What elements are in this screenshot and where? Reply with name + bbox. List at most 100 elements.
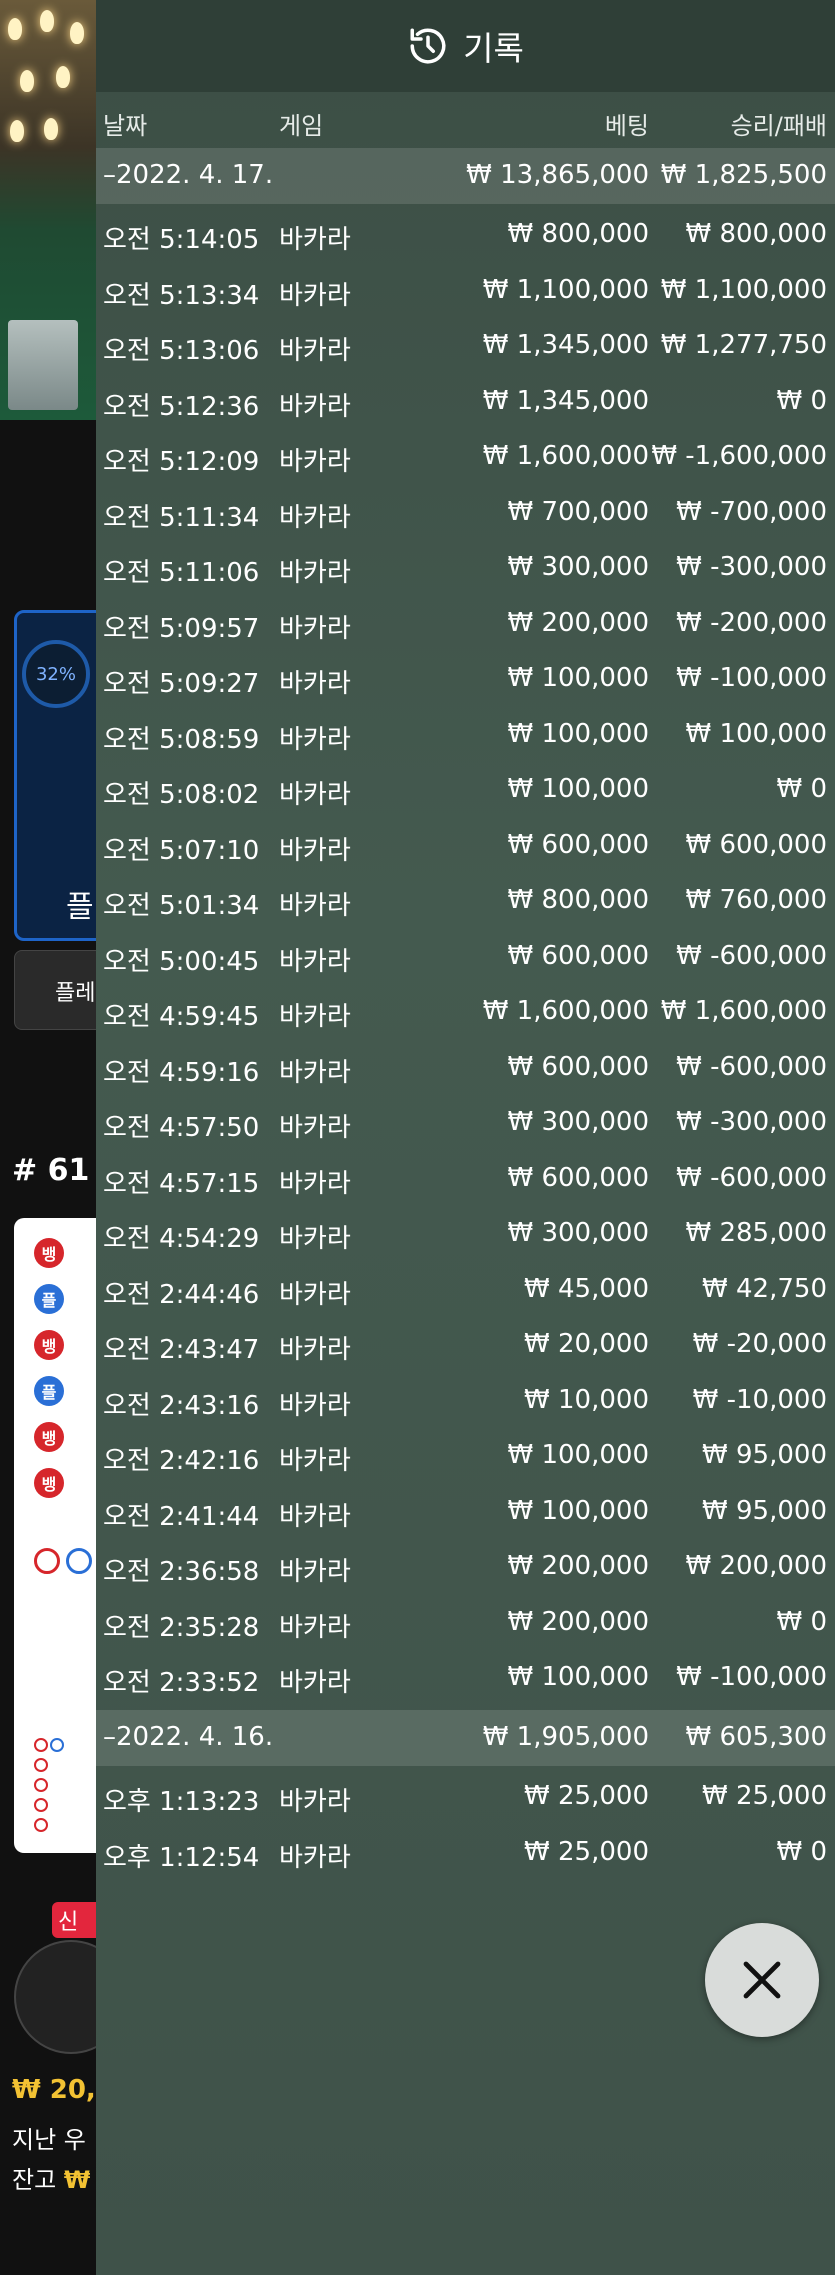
live-video-feed: [0, 0, 96, 420]
group-total-bet: ₩ 13,865,000: [466, 160, 649, 190]
history-row[interactable]: 오전 2:43:47 바카라 ₩ 20,000 ₩ -20,000: [96, 1317, 835, 1372]
row-game: 바카라: [279, 1280, 351, 1310]
history-row[interactable]: 오전 4:54:29 바카라 ₩ 300,000 ₩ 285,000: [96, 1206, 835, 1261]
date-group-header[interactable]: –2022. 4. 16. ₩ 1,905,000 ₩ 605,300: [96, 1710, 835, 1766]
date-group-header[interactable]: –2022. 4. 17. ₩ 13,865,000 ₩ 1,825,500: [96, 148, 835, 204]
history-row[interactable]: 오전 5:09:27 바카라 ₩ 100,000 ₩ -100,000: [96, 651, 835, 706]
row-bet: ₩ 700,000: [507, 497, 650, 527]
row-bet: ₩ 20,000: [524, 1329, 649, 1359]
history-row[interactable]: 오전 4:59:16 바카라 ₩ 600,000 ₩ -600,000: [96, 1040, 835, 1095]
history-row[interactable]: 오전 5:01:34 바카라 ₩ 800,000 ₩ 760,000: [96, 873, 835, 928]
history-row[interactable]: 오전 2:42:16 바카라 ₩ 100,000 ₩ 95,000: [96, 1428, 835, 1483]
close-button[interactable]: [705, 1923, 819, 2037]
history-row[interactable]: 오전 5:00:45 바카라 ₩ 600,000 ₩ -600,000: [96, 929, 835, 984]
row-result: ₩ 1,277,750: [660, 330, 827, 360]
bead-player: 플: [34, 1376, 64, 1406]
row-bet: ₩ 45,000: [524, 1274, 649, 1304]
history-row[interactable]: 오전 2:41:44 바카라 ₩ 100,000 ₩ 95,000: [96, 1484, 835, 1539]
row-game: 바카라: [279, 1169, 351, 1199]
row-result: ₩ -300,000: [676, 552, 827, 582]
row-bet: ₩ 100,000: [507, 1440, 650, 1470]
history-row[interactable]: 오전 5:12:36 바카라 ₩ 1,345,000 ₩ 0: [96, 374, 835, 429]
row-bet: ₩ 100,000: [507, 719, 650, 749]
row-result: ₩ 42,750: [702, 1274, 827, 1304]
row-result: ₩ 0: [776, 774, 827, 804]
row-bet: ₩ 800,000: [507, 885, 650, 915]
bead-banker: 뱅: [34, 1330, 64, 1360]
history-row[interactable]: 오전 2:36:58 바카라 ₩ 200,000 ₩ 200,000: [96, 1539, 835, 1594]
history-row[interactable]: 오전 2:33:52 바카라 ₩ 100,000 ₩ -100,000: [96, 1650, 835, 1705]
row-result: ₩ 760,000: [685, 885, 828, 915]
history-row[interactable]: 오전 2:44:46 바카라 ₩ 45,000 ₩ 42,750: [96, 1262, 835, 1317]
panel-header: 기록: [96, 0, 835, 92]
row-time: 오전 5:12:36: [103, 392, 260, 422]
row-bet: ₩ 100,000: [507, 774, 650, 804]
row-game: 바카라: [279, 1557, 351, 1587]
history-row[interactable]: 오전 5:07:10 바카라 ₩ 600,000 ₩ 600,000: [96, 818, 835, 873]
history-row[interactable]: 오전 5:13:06 바카라 ₩ 1,345,000 ₩ 1,277,750: [96, 318, 835, 373]
row-time: 오전 2:41:44: [103, 1502, 260, 1532]
row-bet: ₩ 25,000: [524, 1837, 649, 1867]
player-button-label: 플레: [55, 981, 96, 1006]
group-total-result: ₩ 605,300: [685, 1722, 828, 1752]
col-bet: 베팅: [604, 112, 649, 140]
row-bet: ₩ 600,000: [507, 941, 650, 971]
group-total-result: ₩ 1,825,500: [660, 160, 827, 190]
history-row[interactable]: 오전 2:35:28 바카라 ₩ 200,000 ₩ 0: [96, 1595, 835, 1650]
row-result: ₩ 100,000: [685, 719, 828, 749]
row-game: 바카라: [279, 281, 351, 311]
bead-banker: 뱅: [34, 1468, 64, 1498]
row-bet: ₩ 300,000: [507, 552, 650, 582]
row-bet: ₩ 1,600,000: [482, 441, 649, 471]
row-bet: ₩ 600,000: [507, 1052, 650, 1082]
row-result: ₩ 600,000: [685, 830, 828, 860]
row-game: 바카라: [279, 669, 351, 699]
row-result: ₩ -10,000: [692, 1385, 827, 1415]
row-result: ₩ 0: [776, 1837, 827, 1867]
row-result: ₩ -600,000: [676, 1052, 827, 1082]
history-row[interactable]: 오전 5:08:59 바카라 ₩ 100,000 ₩ 100,000: [96, 707, 835, 762]
row-result: ₩ 1,100,000: [660, 275, 827, 305]
row-time: 오전 5:00:45: [103, 947, 260, 977]
history-row[interactable]: 오전 5:14:05 바카라 ₩ 800,000 ₩ 800,000: [96, 207, 835, 262]
row-game: 바카라: [279, 1224, 351, 1254]
row-bet: ₩ 200,000: [507, 608, 650, 638]
history-row[interactable]: 오전 5:08:02 바카라 ₩ 100,000 ₩ 0: [96, 762, 835, 817]
history-row[interactable]: 오후 1:12:54 바카라 ₩ 25,000 ₩ 0: [96, 1825, 835, 1880]
row-time: 오전 5:13:06: [103, 336, 260, 366]
history-row[interactable]: 오전 5:09:57 바카라 ₩ 200,000 ₩ -200,000: [96, 596, 835, 651]
row-time: 오전 2:44:46: [103, 1280, 260, 1310]
row-result: ₩ 1,600,000: [660, 996, 827, 1026]
history-row[interactable]: 오전 5:12:09 바카라 ₩ 1,600,000 ₩ -1,600,000: [96, 429, 835, 484]
row-result: ₩ 95,000: [702, 1440, 827, 1470]
countdown-timer: 32%: [22, 640, 90, 708]
row-bet: ₩ 600,000: [507, 1163, 650, 1193]
row-bet: ₩ 1,600,000: [482, 996, 649, 1026]
col-game: 게임: [279, 112, 324, 140]
row-game: 바카라: [279, 503, 351, 533]
row-time: 오전 2:36:58: [103, 1557, 260, 1587]
row-bet: ₩ 200,000: [507, 1607, 650, 1637]
column-headers: 날짜 게임 베팅 승리/패배: [96, 100, 835, 148]
row-time: 오후 1:12:54: [103, 1843, 260, 1873]
row-bet: ₩ 100,000: [507, 663, 650, 693]
row-time: 오전 5:01:34: [103, 891, 260, 921]
row-time: 오전 2:43:16: [103, 1391, 260, 1421]
history-row[interactable]: 오전 4:57:15 바카라 ₩ 600,000 ₩ -600,000: [96, 1151, 835, 1206]
round-number: # 61: [12, 1153, 90, 1188]
history-row[interactable]: 오전 4:57:50 바카라 ₩ 300,000 ₩ -300,000: [96, 1095, 835, 1150]
history-row[interactable]: 오후 1:13:23 바카라 ₩ 25,000 ₩ 25,000: [96, 1769, 835, 1824]
col-date: 날짜: [103, 112, 148, 140]
row-bet: ₩ 1,345,000: [482, 330, 649, 360]
history-row[interactable]: 오전 5:11:06 바카라 ₩ 300,000 ₩ -300,000: [96, 540, 835, 595]
history-row[interactable]: 오전 5:11:34 바카라 ₩ 700,000 ₩ -700,000: [96, 485, 835, 540]
row-game: 바카라: [279, 558, 351, 588]
player-label: 플: [66, 890, 94, 925]
history-row[interactable]: 오전 5:13:34 바카라 ₩ 1,100,000 ₩ 1,100,000: [96, 263, 835, 318]
row-result: ₩ -600,000: [676, 1163, 827, 1193]
row-time: 오전 2:33:52: [103, 1668, 260, 1698]
history-row[interactable]: 오전 2:43:16 바카라 ₩ 10,000 ₩ -10,000: [96, 1373, 835, 1428]
history-row[interactable]: 오전 4:59:45 바카라 ₩ 1,600,000 ₩ 1,600,000: [96, 984, 835, 1039]
row-time: 오전 4:59:45: [103, 1002, 260, 1032]
row-time: 오후 1:13:23: [103, 1787, 260, 1817]
